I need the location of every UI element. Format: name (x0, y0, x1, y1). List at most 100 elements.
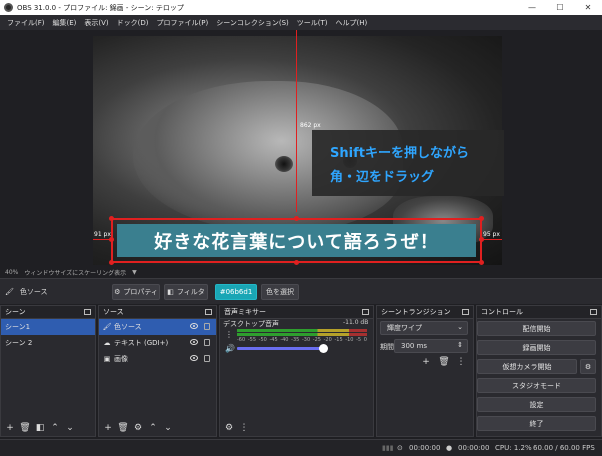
add-icon[interactable]: + (103, 423, 113, 433)
spin-arrows-icon[interactable]: ⇕ (457, 341, 463, 349)
filter-icon[interactable]: ◧ (35, 423, 45, 433)
color-swatch[interactable]: #06b6d1 (215, 284, 257, 300)
speaker-icon[interactable]: 🔊 (225, 344, 235, 353)
source-label: 色ソース (114, 323, 142, 331)
meter-tick: -45 (269, 337, 278, 343)
cpu-usage: CPU: 1.2% (495, 444, 532, 452)
filter-icon: ◧ (167, 288, 174, 296)
source-item[interactable]: ▣ 画像 (99, 351, 216, 367)
more-options-icon[interactable]: ⋮ (225, 330, 233, 339)
undock-icon[interactable] (205, 309, 212, 315)
menu-edit[interactable]: 編集(E) (49, 18, 81, 28)
lock-icon[interactable] (204, 323, 210, 330)
eye-icon[interactable] (190, 355, 198, 361)
menu-tools[interactable]: ツール(T) (293, 18, 332, 28)
source-item[interactable]: ☁ テキスト (GDI+) (99, 335, 216, 351)
advanced-audio-icon[interactable]: ⚙ (224, 423, 234, 433)
scale-mode-label[interactable]: ウィンドウサイズにスケーリング表示 (24, 268, 126, 277)
menu-view[interactable]: 表示(V) (80, 18, 112, 28)
menu-help[interactable]: ヘルプ(H) (332, 18, 372, 28)
transition-select[interactable]: 輝度ワイプ ⌄ (380, 321, 468, 335)
lock-icon[interactable] (204, 355, 210, 362)
select-color-button[interactable]: 色を選択 (261, 284, 299, 300)
start-virtual-camera-button[interactable]: 仮想カメラ開始 (477, 359, 577, 374)
start-recording-button[interactable]: 録画開始 (477, 340, 596, 355)
meter-tick: -55 (247, 337, 256, 343)
telop-background: 好きな花言葉について語ろうぜ！ (117, 224, 476, 257)
lock-icon[interactable] (204, 339, 210, 346)
menu-scene-collection[interactable]: シーンコレクション(S) (212, 18, 293, 28)
resize-handle-bottom-left[interactable] (109, 260, 114, 265)
top-distance-label: 862 px (300, 122, 321, 129)
audio-channel-name: デスクトップ音声 (223, 320, 279, 328)
title-bar: OBS 31.0.0 - プロファイル: 錦画 - シーン: テロップ — ☐ … (0, 0, 602, 15)
volume-slider-knob[interactable] (319, 344, 328, 353)
chevron-down-icon[interactable]: ⌄ (65, 423, 75, 433)
scene-item[interactable]: シーン 2 (1, 335, 95, 351)
virtual-camera-settings-button[interactable]: ⚙ (580, 359, 596, 374)
menu-file[interactable]: ファイル(F) (3, 18, 49, 28)
exit-button[interactable]: 終了 (477, 416, 596, 431)
paint-bucket-icon: 🖌 (102, 323, 112, 331)
add-icon[interactable]: + (5, 423, 15, 433)
audio-mixer-title: 音声ミキサー (224, 308, 266, 316)
chevron-down-icon[interactable]: ▼ (132, 269, 137, 276)
meter-tick: -5 (356, 337, 362, 343)
properties-button[interactable]: ⚙ プロパティ (112, 284, 160, 300)
meter-tick: -40 (280, 337, 289, 343)
resize-handle-bottom-right[interactable] (479, 260, 484, 265)
chevron-up-icon[interactable]: ⌃ (148, 423, 158, 433)
resize-handle-top-right[interactable] (479, 216, 484, 221)
record-status-icon: ● (446, 444, 453, 452)
record-time: 00:00:00 (458, 444, 490, 452)
resize-handle-bottom[interactable] (294, 260, 299, 265)
trash-icon[interactable]: 🗑 (438, 357, 449, 367)
settings-button[interactable]: 設定 (477, 397, 596, 412)
controls-title: コントロール (481, 308, 523, 316)
chevron-up-icon[interactable]: ⌃ (50, 423, 60, 433)
left-distance-label: 91 px (94, 231, 111, 238)
add-icon[interactable]: + (421, 357, 431, 367)
gear-icon[interactable]: ⚙ (133, 423, 143, 433)
undock-icon[interactable] (84, 309, 91, 315)
maximize-button[interactable]: ☐ (546, 0, 574, 15)
chevron-down-icon: ⌄ (457, 323, 463, 331)
instruction-overlay: Shiftキーを押しながら 角・辺をドラッグ (312, 130, 504, 196)
menu-profile[interactable]: プロファイル(P) (153, 18, 213, 28)
meter-tick: -60 (237, 337, 246, 343)
more-options-icon[interactable]: ⋮ (239, 423, 249, 433)
filters-button[interactable]: ◧ フィルタ (164, 284, 208, 300)
menu-bar: ファイル(F) 編集(E) 表示(V) ドック(D) プロファイル(P) シーン… (0, 15, 602, 30)
undock-icon[interactable] (362, 309, 369, 315)
audio-meter (237, 329, 367, 332)
scene-item[interactable]: シーン1 (1, 319, 95, 335)
cat-eye (275, 156, 293, 172)
resize-handle-right[interactable] (479, 237, 484, 242)
meter-ticks: -60 -55 -50 -45 -40 -35 -30 -25 -20 -15 … (237, 337, 367, 343)
resize-handle-top-left[interactable] (109, 216, 114, 221)
volume-slider[interactable] (237, 344, 328, 353)
source-item[interactable]: 🖌 色ソース (99, 319, 216, 335)
close-button[interactable]: ✕ (574, 0, 602, 15)
trash-icon[interactable]: 🗑 (19, 423, 30, 433)
studio-mode-button[interactable]: スタジオモード (477, 378, 596, 393)
undock-icon[interactable] (590, 309, 597, 315)
eye-icon[interactable] (190, 339, 198, 345)
chevron-down-icon[interactable]: ⌄ (163, 423, 173, 433)
trash-icon[interactable]: 🗑 (117, 423, 128, 433)
start-streaming-button[interactable]: 配信開始 (477, 321, 596, 336)
more-options-icon[interactable]: ⋮ (456, 357, 466, 367)
instruction-line-2: 角・辺をドラッグ (330, 170, 435, 185)
duration-spinbox[interactable]: 300 ms ⇕ (394, 339, 468, 353)
right-distance-label: 95 px (483, 231, 500, 238)
telop-source-bounding-box[interactable]: 好きな花言葉について語ろうぜ！ (111, 218, 482, 263)
resize-handle-left[interactable] (109, 237, 114, 242)
resize-handle-top[interactable] (294, 216, 299, 221)
eye-icon[interactable] (190, 323, 198, 329)
filters-button-label: フィルタ (176, 288, 205, 296)
meter-tick: -20 (323, 337, 332, 343)
scene-label: シーン 2 (5, 339, 33, 347)
menu-docks[interactable]: ドック(D) (113, 18, 153, 28)
undock-icon[interactable] (462, 309, 469, 315)
minimize-button[interactable]: — (518, 0, 546, 15)
